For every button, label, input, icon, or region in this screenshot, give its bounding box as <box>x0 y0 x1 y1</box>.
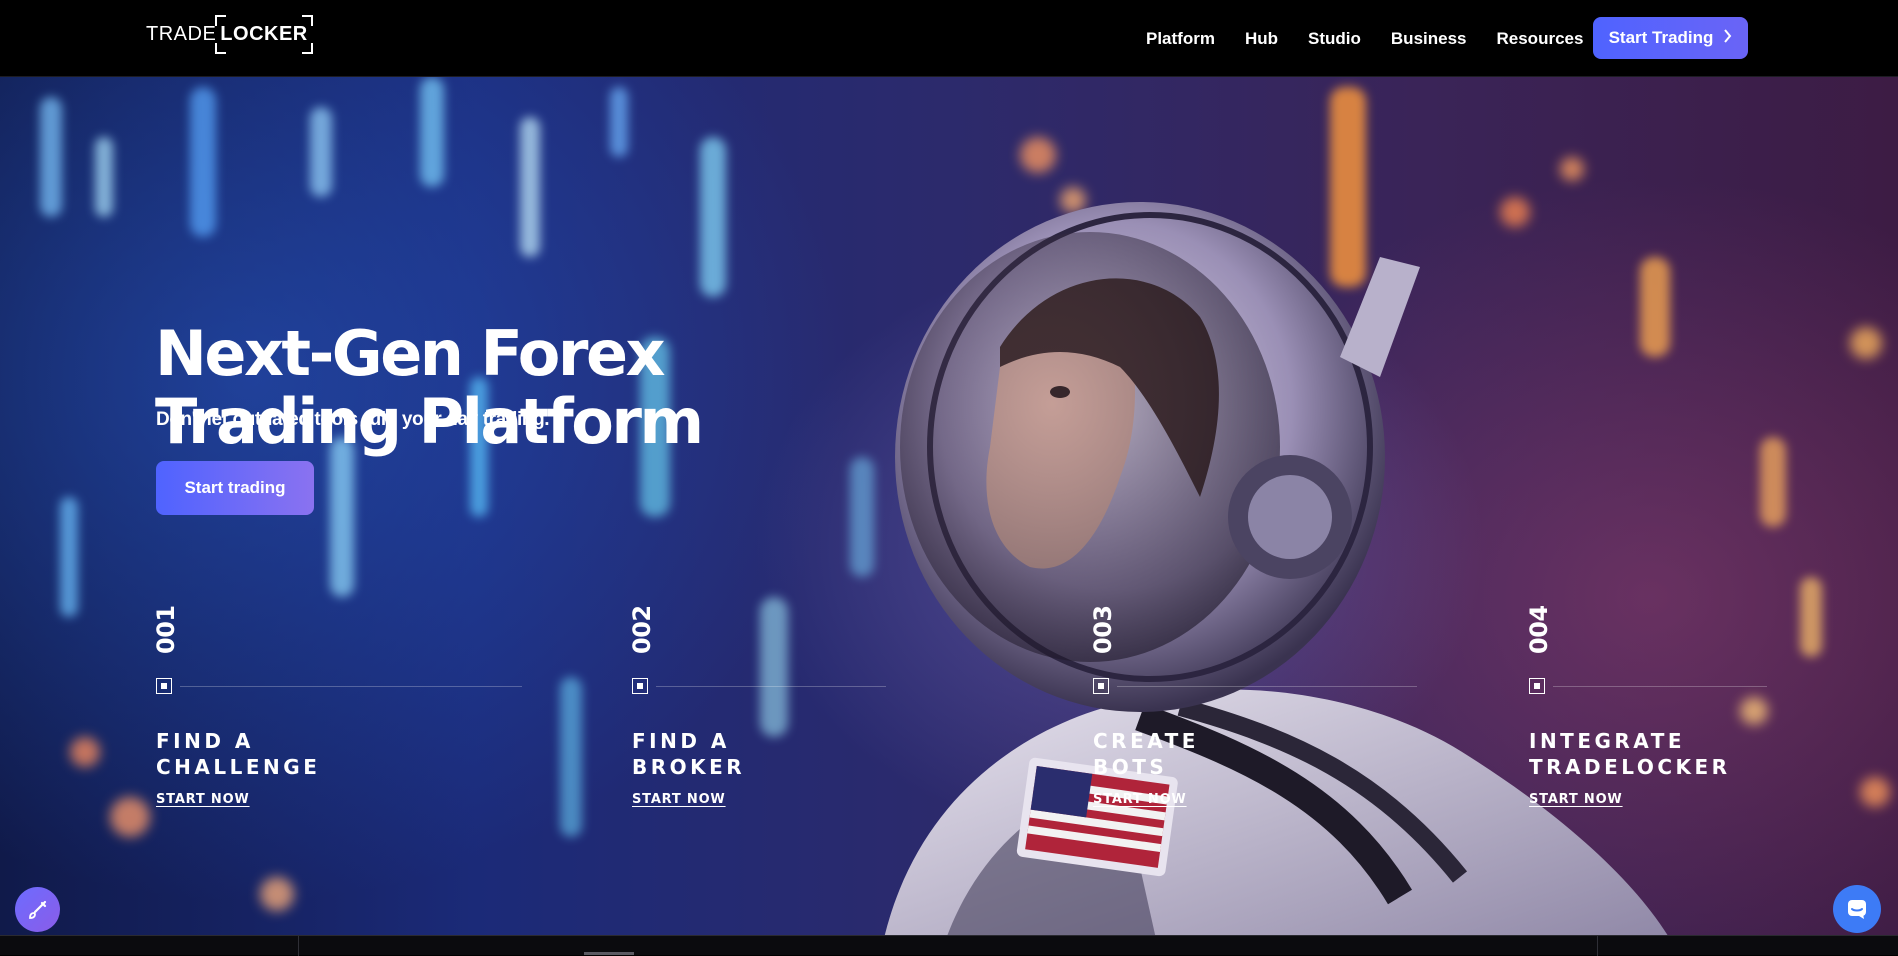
nav-studio[interactable]: Studio <box>1308 29 1361 49</box>
nav-resources[interactable]: Resources <box>1497 29 1584 49</box>
step-title: INTEGRATE TRADELOCKER <box>1529 729 1731 779</box>
hero-title-line-1: Next-Gen Forex <box>155 317 666 390</box>
step-title: FIND A BROKER <box>632 729 746 779</box>
bottom-section-edge <box>0 935 1898 956</box>
chat-icon <box>1848 900 1866 919</box>
step-marker-icon <box>156 678 172 694</box>
step-marker-icon <box>1529 678 1545 694</box>
nav-platform[interactable]: Platform <box>1146 29 1215 49</box>
step-title: FIND A CHALLENGE <box>156 729 321 779</box>
step-start-now-link[interactable]: START NOW <box>1529 792 1623 807</box>
start-trading-button[interactable]: Start Trading <box>1593 17 1748 59</box>
hero-start-trading-button[interactable]: Start trading <box>156 461 314 515</box>
step-start-now-link[interactable]: START NOW <box>156 792 250 807</box>
step-number: 001 <box>152 605 180 654</box>
chat-button[interactable] <box>1833 885 1881 933</box>
step-marker-icon <box>1093 678 1109 694</box>
step-number: 004 <box>1525 605 1553 654</box>
step-start-now-link[interactable]: START NOW <box>1093 792 1187 807</box>
step-divider <box>1553 686 1767 687</box>
step-divider <box>180 686 522 687</box>
start-trading-label: Start Trading <box>1608 28 1714 47</box>
step-marker-icon <box>632 678 648 694</box>
nav-hub[interactable]: Hub <box>1245 29 1278 49</box>
step-number: 002 <box>628 605 656 654</box>
logo-text-trade: TRADE <box>146 22 217 45</box>
hero-title: Next-Gen Forex Trading Platform <box>155 320 715 456</box>
chevron-right-icon <box>1723 28 1732 48</box>
top-navigation-bar: TRADE LOCKER Platform Hub Studio Busines… <box>0 0 1898 77</box>
step-start-now-link[interactable]: START NOW <box>632 792 726 807</box>
nav-business[interactable]: Business <box>1391 29 1467 49</box>
hero-subtitle: Don't let outdated tools ruin your day t… <box>156 409 550 430</box>
step-divider <box>656 686 886 687</box>
astronaut-illustration <box>884 202 1668 935</box>
step-divider <box>1117 686 1417 687</box>
logo-text-locker: LOCKER <box>215 14 313 54</box>
brush-button[interactable] <box>15 887 60 932</box>
step-number: 003 <box>1089 605 1117 654</box>
main-nav: Platform Hub Studio Business Resources <box>1146 0 1613 77</box>
step-title: CREATE BOTS <box>1093 729 1199 779</box>
brush-icon <box>28 900 46 919</box>
tradelocker-logo[interactable]: TRADE LOCKER <box>146 14 313 54</box>
